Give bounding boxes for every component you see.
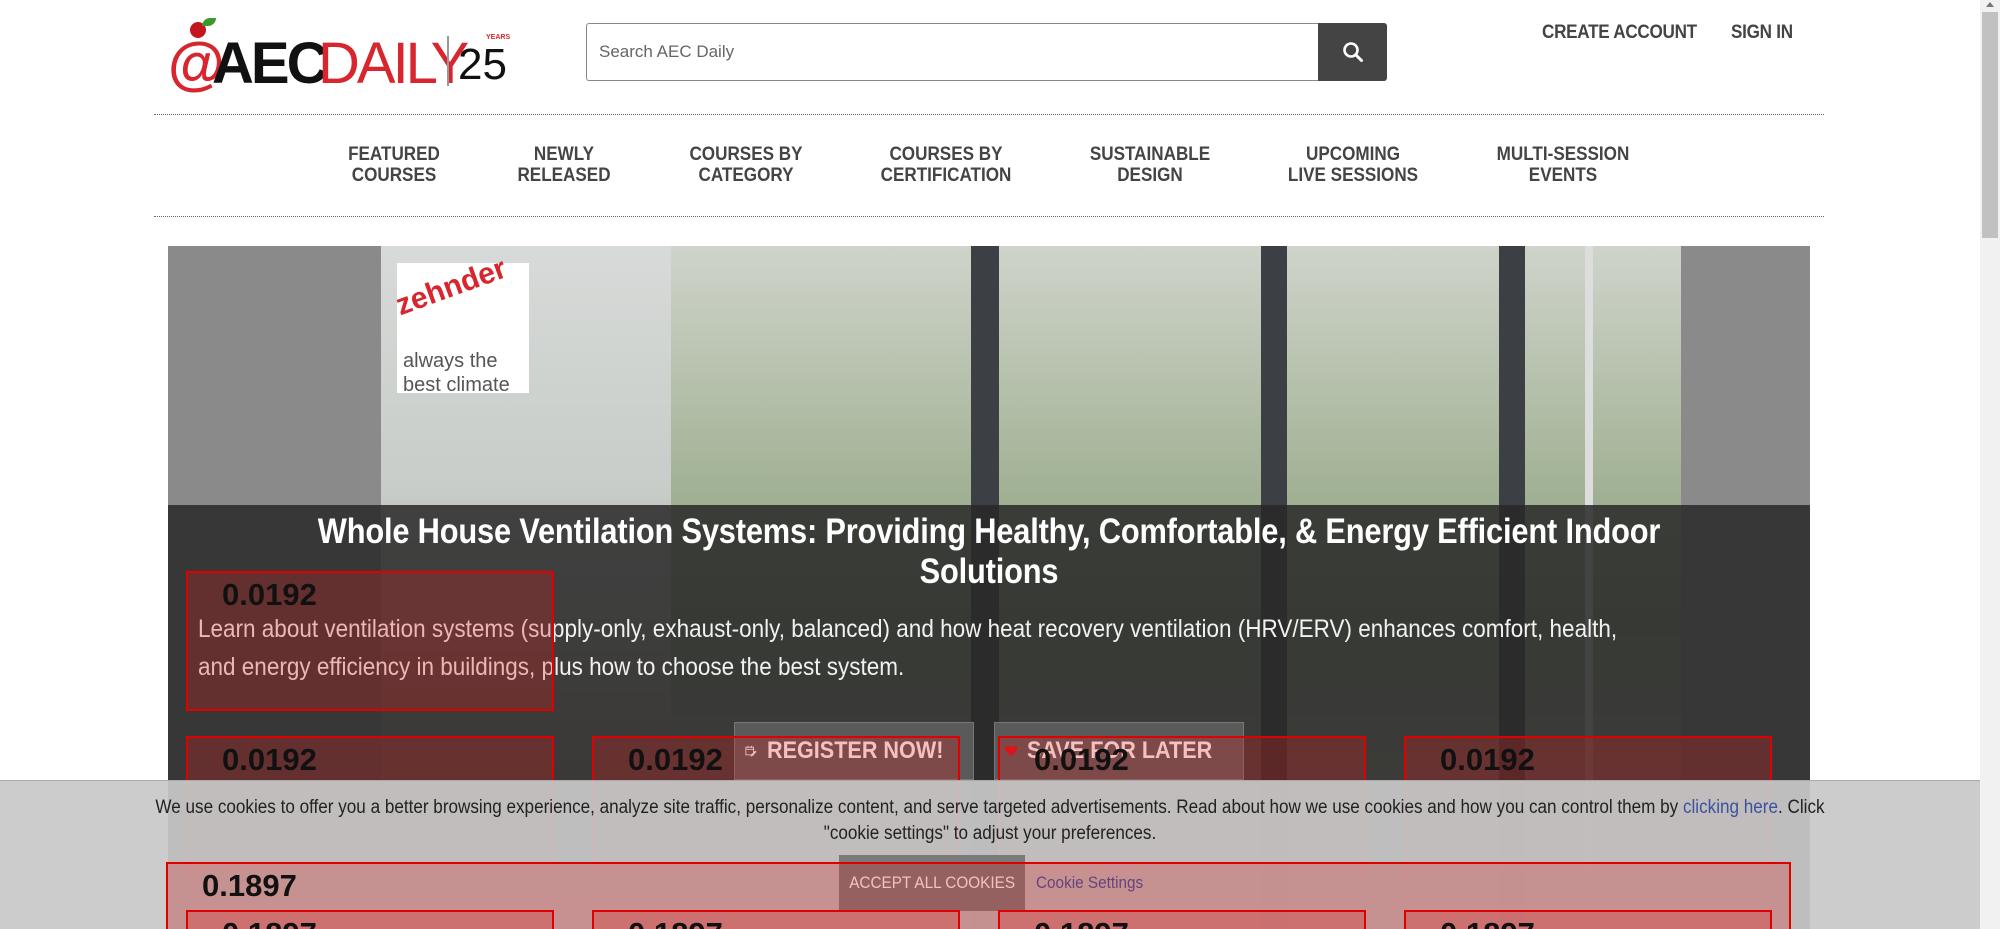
cookie-message: We use cookies to offer you a better bro…	[135, 795, 1845, 847]
nav-upcoming-live-sessions[interactable]: UPCOMING LIVE SESSIONS	[1275, 144, 1432, 186]
nav-label-line2: EVENTS	[1528, 165, 1598, 186]
nav-label-line1: UPCOMING	[1305, 144, 1401, 165]
nav-courses-by-category[interactable]: COURSES BY CATEGORY	[679, 144, 812, 186]
nav-multi-session-events[interactable]: MULTI-SESSION EVENTS	[1487, 144, 1640, 186]
nav-label-line2: DESIGN	[1117, 165, 1183, 186]
overlay-box-value: 0.1897	[1440, 916, 1535, 929]
overlay-box-value: 0.1897	[628, 916, 723, 929]
nav-label-line2: LIVE SESSIONS	[1287, 165, 1419, 186]
overlay-box: 0.1897	[592, 910, 960, 929]
overlay-box-value: 0.0192	[222, 577, 317, 612]
logo-anniversary: 25	[458, 40, 507, 89]
nav-sustainable-design[interactable]: SUSTAINABLE DESIGN	[1078, 144, 1222, 186]
logo-daily: DAILY	[318, 31, 469, 96]
sponsor-brand: zehnder	[391, 251, 511, 323]
sponsor-tagline-line2: best climate	[403, 374, 510, 396]
nav-label-line2: COURSES	[351, 165, 437, 186]
nav-label-line1: MULTI-SESSION	[1496, 144, 1630, 165]
nav-label-line1: SUSTAINABLE	[1089, 144, 1211, 165]
create-account-link[interactable]: CREATE ACCOUNT	[1542, 22, 1697, 44]
nav-label-line2: CATEGORY	[698, 165, 794, 186]
logo-aec: AEC	[212, 31, 328, 96]
overlay-box-value: 0.0192	[222, 742, 317, 777]
overlay-box: 0.0192	[186, 571, 554, 711]
sign-in-link[interactable]: SIGN IN	[1731, 22, 1793, 44]
sponsor-tagline-line1: always the	[403, 350, 498, 372]
overlay-box-value: 0.1897	[1034, 916, 1129, 929]
cookie-text-before: We use cookies to offer you a better bro…	[155, 797, 1683, 818]
magnifier-icon	[1342, 42, 1363, 62]
overlay-box-value: 0.1897	[222, 916, 317, 929]
nav-courses-by-certification[interactable]: COURSES BY CERTIFICATION	[869, 144, 1024, 186]
sponsor-logo: zehnder always the best climate	[391, 252, 529, 396]
logo-divider	[447, 36, 449, 86]
nav-label-line2: RELEASED	[517, 165, 611, 186]
nav-label-line2: CERTIFICATION	[880, 165, 1012, 186]
nav-newly-released[interactable]: NEWLY RELEASED	[510, 144, 618, 186]
nav-label-line1: COURSES BY	[689, 144, 803, 165]
leaf-icon	[202, 18, 216, 26]
search-button[interactable]	[1318, 23, 1387, 81]
sponsor-tagline: always the best climate	[403, 349, 510, 397]
scroll-up-icon[interactable]	[1986, 2, 1994, 7]
overlay-box-value: 0.0192	[1440, 742, 1535, 777]
aecdaily-logo[interactable]: @ AEC DAILY 25 YEARS	[168, 18, 528, 96]
scrollbar-thumb[interactable]	[1982, 12, 1998, 238]
overlay-box-value: 0.0192	[628, 742, 723, 777]
nav-label-line1: NEWLY	[533, 144, 595, 165]
overlay-box-value: 0.1897	[202, 868, 297, 903]
page-scrollbar[interactable]	[1980, 0, 2000, 929]
header-divider-bottom	[154, 216, 1824, 217]
nav-label-line1: COURSES BY	[889, 144, 1003, 165]
cookie-policy-link[interactable]: clicking here	[1683, 797, 1778, 818]
overlay-box: 0.1897	[998, 910, 1366, 929]
overlay-box: 0.1897	[186, 910, 554, 929]
nav-label-line1: FEATURED	[348, 144, 440, 165]
overlay-box: 0.1897	[1404, 910, 1772, 929]
search-input[interactable]	[586, 23, 1320, 81]
header-divider-top	[154, 114, 1824, 115]
logo-anniversary-sup: YEARS	[486, 34, 511, 41]
overlay-box-value: 0.0192	[1034, 742, 1129, 777]
nav-featured-courses[interactable]: FEATURED COURSES	[336, 144, 451, 186]
